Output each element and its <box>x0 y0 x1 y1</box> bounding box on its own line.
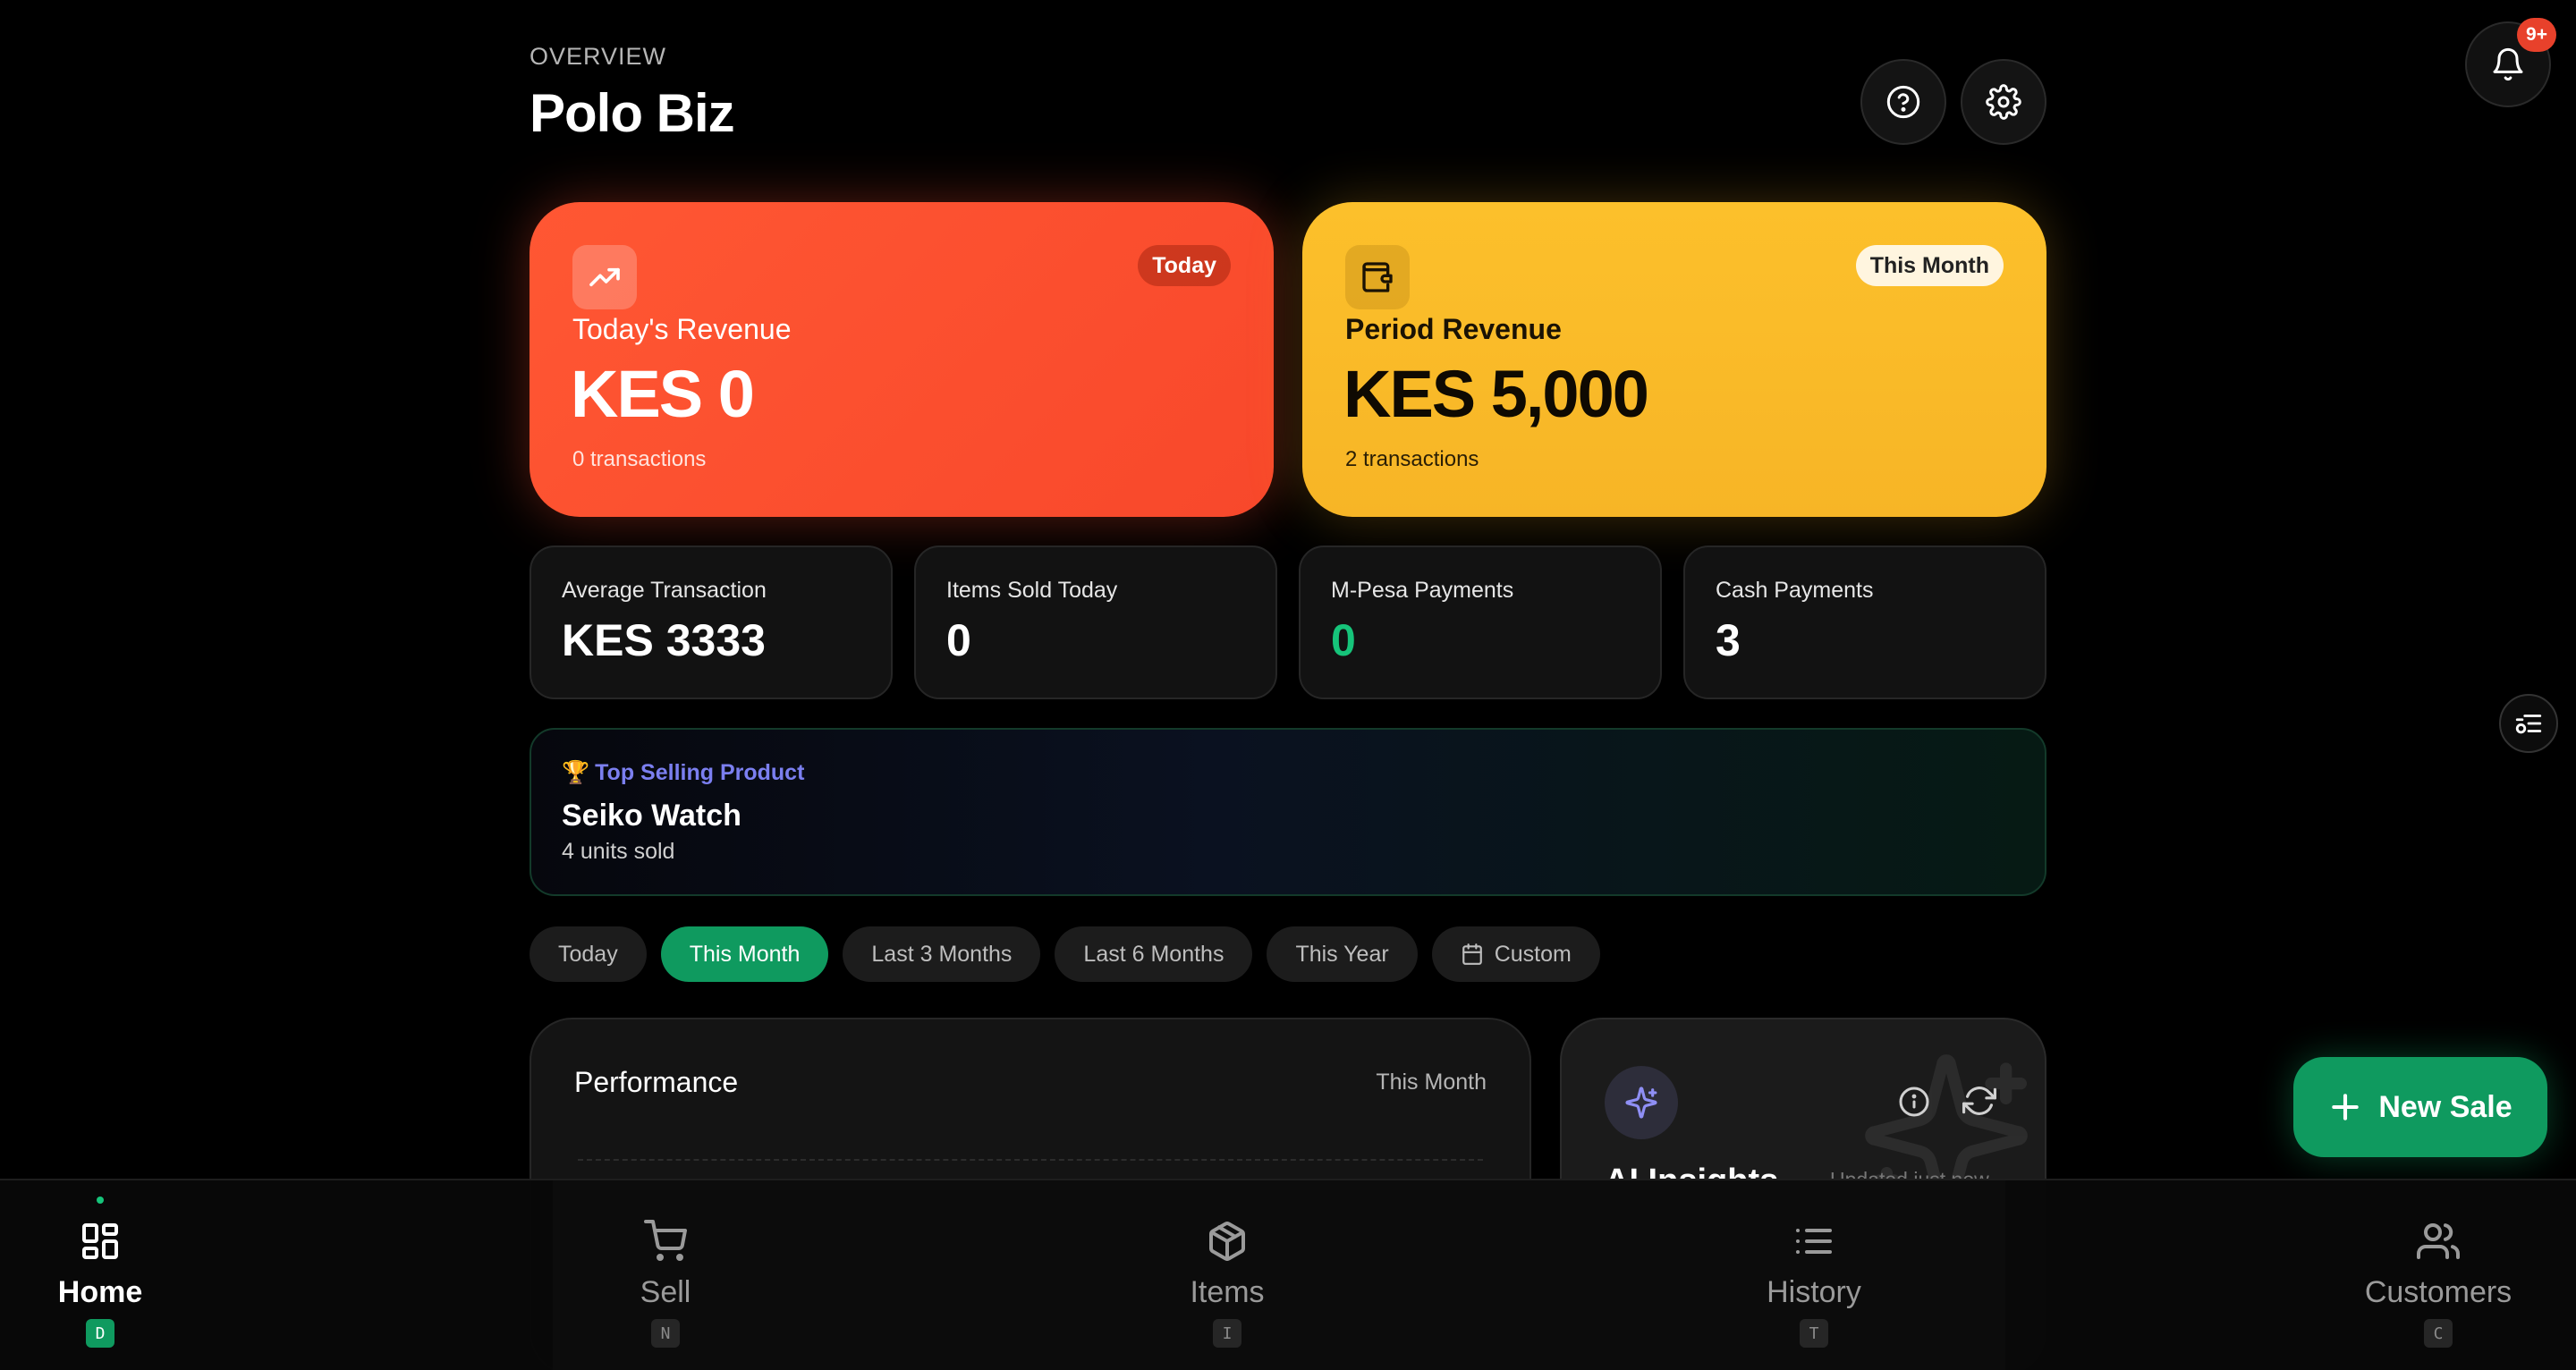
mpesa-payments-card: M-Pesa Payments 0 <box>1299 545 1662 699</box>
average-transaction-card: Average Transaction KES 3333 <box>530 545 893 699</box>
help-button[interactable] <box>1860 59 1946 145</box>
list-icon <box>1792 1218 1835 1264</box>
nav-label: Items <box>1190 1275 1265 1309</box>
calendar-icon <box>1462 943 1482 965</box>
shortcut-key: D <box>86 1319 114 1348</box>
items-sold-today-card: Items Sold Today 0 <box>914 545 1277 699</box>
shortcut-key: T <box>1800 1319 1828 1348</box>
stat-label: Cash Payments <box>1716 578 1874 603</box>
side-panel-toggle[interactable] <box>2499 694 2558 753</box>
todays-revenue-label: Today's Revenue <box>572 313 792 345</box>
shortcut-key: N <box>651 1319 680 1348</box>
info-icon[interactable] <box>1898 1086 1930 1118</box>
this-month-pill: This Month <box>1855 245 2004 286</box>
nav-item-customers[interactable]: Customers C <box>2322 1180 2555 1370</box>
gear-icon <box>1986 84 2021 120</box>
users-icon <box>2417 1218 2460 1264</box>
cart-icon <box>644 1218 687 1264</box>
filter-custom-label: Custom <box>1494 941 1572 967</box>
period-revenue-label: Period Revenue <box>1345 313 1562 345</box>
period-transactions-count: 2 transactions <box>1345 447 1479 471</box>
page-overline: OVERVIEW <box>530 43 667 70</box>
dashboard-screen: OVERVIEW Polo Biz 9+ Today Today's Reven… <box>0 0 2576 1370</box>
ai-sparkle-icon <box>1605 1066 1678 1139</box>
filter-list-icon <box>2515 715 2542 734</box>
top-selling-heading-label: Top Selling Product <box>595 760 805 785</box>
filter-this-month[interactable]: This Month <box>660 926 829 982</box>
stat-value: 0 <box>1331 615 1356 665</box>
todays-revenue-card[interactable]: Today Today's Revenue KES 0 0 transactio… <box>530 202 1274 517</box>
bottom-navigation: Home D Sell N Items I History T Customer… <box>0 1179 2576 1370</box>
nav-label: History <box>1767 1275 1861 1309</box>
todays-revenue-value: KES 0 <box>571 357 755 431</box>
nav-item-sell[interactable]: Sell N <box>549 1180 782 1370</box>
notification-count-badge: 9+ <box>2517 18 2556 52</box>
cash-payments-card: Cash Payments 3 <box>1683 545 2046 699</box>
help-icon <box>1886 85 1920 119</box>
nav-item-home[interactable]: Home D <box>0 1180 216 1370</box>
nav-item-items[interactable]: Items I <box>1111 1180 1343 1370</box>
filter-custom[interactable]: Custom <box>1431 926 1600 982</box>
top-selling-heading: 🏆 Top Selling Product <box>562 760 2014 786</box>
stat-label: Items Sold Today <box>946 578 1118 603</box>
trending-up-icon <box>572 245 637 309</box>
refresh-icon[interactable] <box>1962 1084 1996 1118</box>
wallet-icon <box>1345 245 1410 309</box>
nav-label: Customers <box>2364 1275 2512 1309</box>
trophy-icon: 🏆 <box>562 760 590 785</box>
stat-label: M-Pesa Payments <box>1331 578 1514 603</box>
shortcut-key: I <box>1213 1319 1241 1348</box>
period-revenue-value: KES 5,000 <box>1343 357 1649 431</box>
filter-last-6-months[interactable]: Last 6 Months <box>1055 926 1253 982</box>
filter-today[interactable]: Today <box>530 926 647 982</box>
nav-label: Sell <box>640 1275 691 1309</box>
performance-period: This Month <box>1376 1070 1487 1095</box>
bell-icon <box>2493 47 2523 81</box>
chart-gridline <box>578 1159 1483 1161</box>
package-icon <box>1206 1218 1249 1264</box>
page-title: Polo Biz <box>530 83 735 143</box>
performance-title: Performance <box>574 1066 739 1098</box>
today-pill: Today <box>1138 245 1231 286</box>
grid-icon <box>79 1218 122 1264</box>
stat-value: 3 <box>1716 615 1741 665</box>
filter-last-3-months[interactable]: Last 3 Months <box>843 926 1041 982</box>
top-selling-product-card[interactable]: 🏆 Top Selling Product Seiko Watch 4 unit… <box>530 728 2046 896</box>
new-sale-label: New Sale <box>2378 1089 2512 1124</box>
nav-item-history[interactable]: History T <box>1698 1180 1930 1370</box>
plus-icon <box>2332 1094 2360 1121</box>
stat-value: 0 <box>946 615 971 665</box>
period-filter-bar: Today This Month Last 3 Months Last 6 Mo… <box>530 926 1600 982</box>
period-revenue-card[interactable]: This Month Period Revenue KES 5,000 2 tr… <box>1302 202 2046 517</box>
settings-button[interactable] <box>1961 59 2046 145</box>
stat-label: Average Transaction <box>562 578 767 603</box>
active-indicator-dot <box>97 1197 104 1204</box>
top-product-units: 4 units sold <box>562 839 675 864</box>
shortcut-key: C <box>2424 1319 2453 1348</box>
filter-this-year[interactable]: This Year <box>1267 926 1418 982</box>
nav-label: Home <box>57 1275 143 1309</box>
top-product-name: Seiko Watch <box>562 799 741 833</box>
stat-value: KES 3333 <box>562 615 766 665</box>
todays-transactions-count: 0 transactions <box>572 447 707 471</box>
new-sale-button[interactable]: New Sale <box>2293 1057 2547 1157</box>
